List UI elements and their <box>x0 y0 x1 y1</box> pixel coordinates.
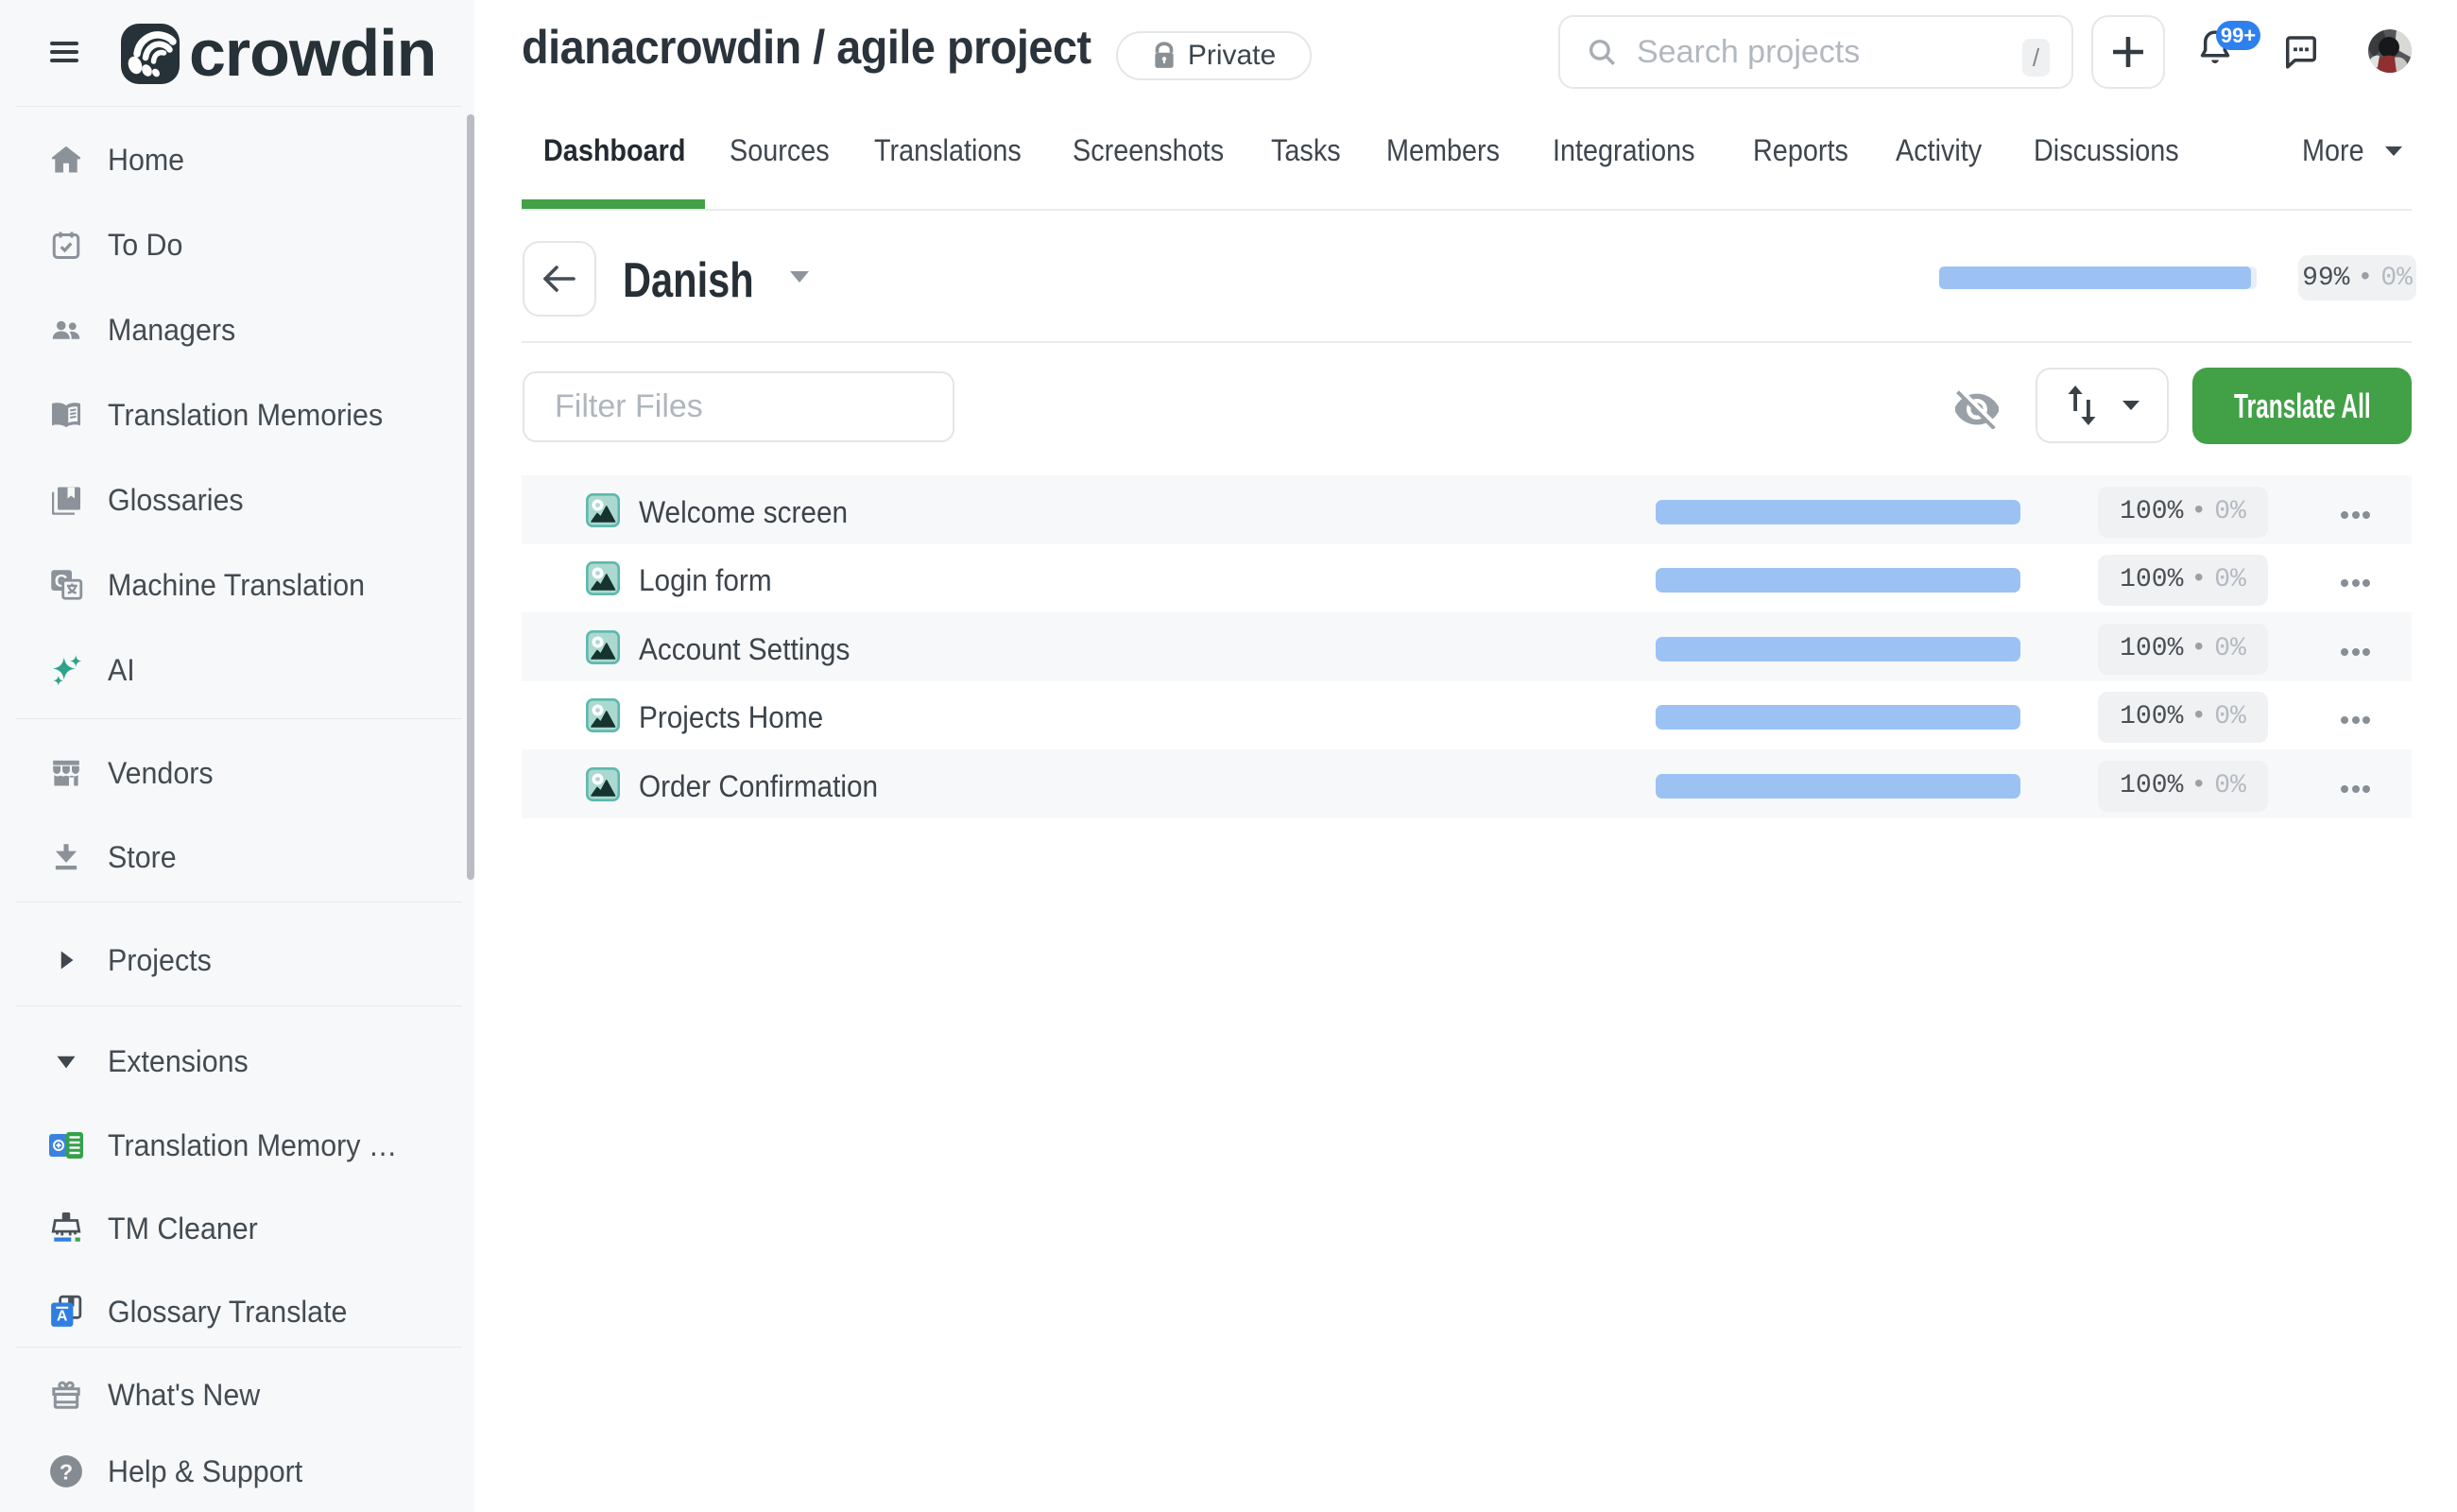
svg-text:?: ? <box>60 1459 73 1484</box>
svg-text:A: A <box>57 1309 68 1325</box>
